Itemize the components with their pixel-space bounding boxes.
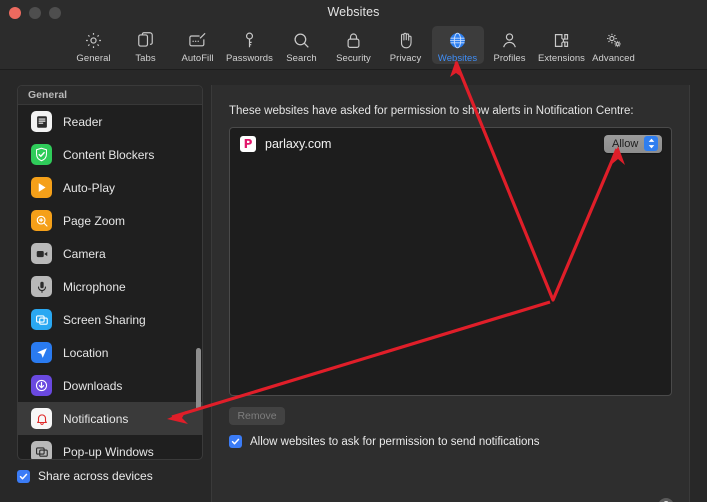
safari-settings-window: Websites General Tabs AutoFill Passwords… (0, 0, 707, 502)
lock-icon (344, 29, 363, 51)
settings-content: These websites have asked for permission… (0, 70, 707, 502)
tab-autofill-label: AutoFill (181, 53, 214, 64)
allow-ask-label: Allow websites to ask for permission to … (250, 435, 540, 448)
download-icon (31, 375, 52, 396)
sidebar-item-label: Auto-Play (63, 180, 116, 195)
tab-privacy-label: Privacy (389, 53, 422, 64)
sidebar-item-label: Location (63, 345, 109, 360)
tab-profiles-label: Profiles (493, 53, 526, 64)
puzzle-icon (552, 29, 571, 51)
tab-extensions-label: Extensions (538, 53, 585, 64)
tab-tabs[interactable]: Tabs (120, 26, 172, 64)
remove-button-label: Remove (237, 410, 277, 422)
tab-search-label: Search (286, 53, 317, 64)
tab-general-label: General (76, 53, 111, 64)
panel-description: These websites have asked for permission… (229, 105, 634, 117)
tab-advanced[interactable]: Advanced (588, 26, 640, 64)
tab-passwords[interactable]: Passwords (224, 26, 276, 64)
chevron-up-down-icon (644, 136, 659, 151)
sidebar-item-page-zoom[interactable]: Page Zoom (18, 204, 202, 237)
autofill-icon (188, 29, 207, 51)
search-icon (292, 29, 311, 51)
reader-icon (31, 111, 52, 132)
tab-websites-label: Websites (437, 53, 478, 64)
sidebar-item-screen-sharing[interactable]: Screen Sharing (18, 303, 202, 336)
title-bar: Websites (0, 0, 707, 26)
sidebar-item-label: Microphone (63, 279, 126, 294)
sidebar: General Reader Content Blockers Auto-Pla… (17, 85, 203, 460)
bell-icon (31, 408, 52, 429)
website-permission-list[interactable]: P parlaxy.com Allow (229, 127, 672, 396)
globe-icon (448, 29, 467, 51)
share-across-devices-label: Share across devices (38, 469, 153, 483)
tab-privacy[interactable]: Privacy (380, 26, 432, 64)
remove-button[interactable]: Remove (229, 407, 285, 425)
sidebar-scrollbar[interactable] (196, 348, 201, 410)
share-across-devices-row[interactable]: Share across devices (17, 469, 153, 483)
help-button[interactable]: ? (658, 498, 674, 502)
sidebar-item-location[interactable]: Location (18, 336, 202, 369)
hand-icon (396, 29, 415, 51)
sidebar-item-reader[interactable]: Reader (18, 105, 202, 138)
sidebar-header-label: General (28, 89, 68, 101)
sidebar-item-label: Content Blockers (63, 147, 155, 162)
microphone-icon (31, 276, 52, 297)
location-arrow-icon (31, 342, 52, 363)
sidebar-item-microphone[interactable]: Microphone (18, 270, 202, 303)
sidebar-item-pop-up-windows[interactable]: Pop-up Windows (18, 435, 202, 459)
tab-general[interactable]: General (68, 26, 120, 64)
popup-windows-icon (31, 441, 52, 459)
tab-security[interactable]: Security (328, 26, 380, 64)
tab-passwords-label: Passwords (226, 53, 273, 64)
magnifier-plus-icon (31, 210, 52, 231)
camera-icon (31, 243, 52, 264)
tabs-icon (136, 29, 155, 51)
sidebar-item-label: Reader (63, 114, 103, 129)
notifications-panel: These websites have asked for permission… (211, 85, 690, 502)
sidebar-item-notifications[interactable]: Notifications (18, 402, 202, 435)
person-icon (500, 29, 519, 51)
sidebar-list: Reader Content Blockers Auto-Play Page Z… (18, 105, 202, 459)
allow-ask-checkbox[interactable] (229, 435, 242, 448)
permission-value: Allow (612, 137, 639, 150)
sidebar-item-label: Pop-up Windows (63, 444, 154, 459)
allow-ask-row[interactable]: Allow websites to ask for permission to … (229, 435, 540, 448)
sidebar-item-downloads[interactable]: Downloads (18, 369, 202, 402)
sidebar-item-camera[interactable]: Camera (18, 237, 202, 270)
sidebar-header: General (18, 86, 202, 105)
tab-advanced-label: Advanced (592, 53, 635, 64)
table-row[interactable]: P parlaxy.com Allow (230, 128, 671, 159)
key-icon (240, 29, 259, 51)
sidebar-item-auto-play[interactable]: Auto-Play (18, 171, 202, 204)
sidebar-item-label: Downloads (63, 378, 123, 393)
favicon-letter: P (243, 136, 253, 151)
sidebar-item-content-blockers[interactable]: Content Blockers (18, 138, 202, 171)
tab-websites[interactable]: Websites (431, 26, 484, 64)
window-title: Websites (327, 5, 380, 19)
tab-extensions[interactable]: Extensions (536, 26, 588, 64)
share-across-devices-checkbox[interactable] (17, 469, 30, 483)
tab-autofill[interactable]: AutoFill (172, 26, 224, 64)
tab-security-label: Security (336, 53, 371, 64)
site-favicon-icon: P (240, 135, 256, 152)
gears-icon (604, 29, 623, 51)
sidebar-item-label: Notifications (63, 411, 129, 426)
tab-profiles[interactable]: Profiles (484, 26, 536, 64)
screen-sharing-icon (31, 309, 52, 330)
tab-tabs-label: Tabs (135, 53, 156, 64)
settings-toolbar: General Tabs AutoFill Passwords Search S… (0, 26, 707, 70)
sidebar-item-label: Camera (63, 246, 106, 261)
shield-check-icon (31, 144, 52, 165)
play-icon (31, 177, 52, 198)
sidebar-item-label: Page Zoom (63, 213, 126, 228)
sidebar-item-label: Screen Sharing (63, 312, 146, 327)
tab-search[interactable]: Search (276, 26, 328, 64)
site-name: parlaxy.com (265, 136, 332, 151)
gear-icon (84, 29, 103, 51)
permission-dropdown[interactable]: Allow (604, 134, 662, 153)
